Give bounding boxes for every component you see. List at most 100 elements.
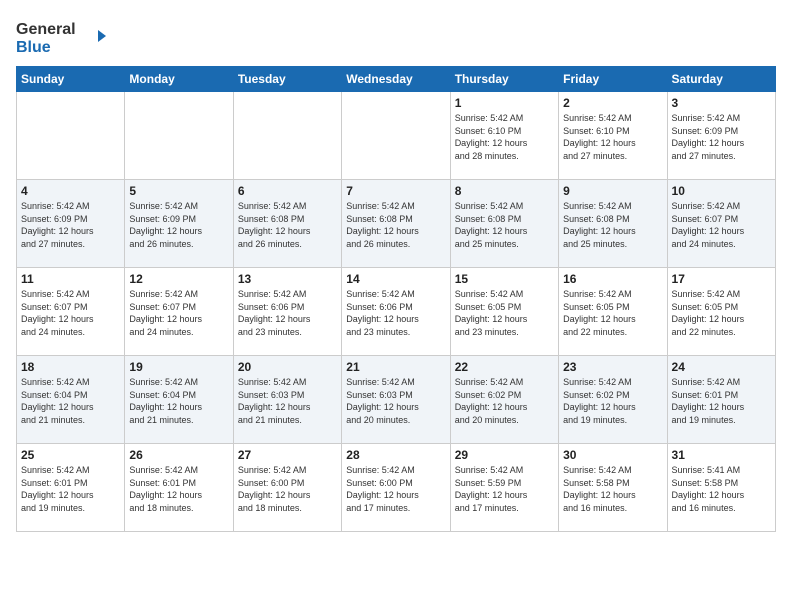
day-info: Sunrise: 5:42 AM Sunset: 6:06 PM Dayligh… [346, 288, 445, 338]
calendar-cell: 30 Sunrise: 5:42 AM Sunset: 5:58 PM Dayli… [559, 444, 667, 532]
calendar-cell: 26 Sunrise: 5:42 AM Sunset: 6:01 PM Dayli… [125, 444, 233, 532]
weekday-header-thursday: Thursday [450, 67, 558, 92]
day-number: 15 [455, 272, 554, 286]
weekday-row: SundayMondayTuesdayWednesdayThursdayFrid… [17, 67, 776, 92]
calendar-cell: 9 Sunrise: 5:42 AM Sunset: 6:08 PM Daylig… [559, 180, 667, 268]
calendar-cell: 31 Sunrise: 5:41 AM Sunset: 5:58 PM Dayli… [667, 444, 775, 532]
day-info: Sunrise: 5:42 AM Sunset: 6:09 PM Dayligh… [129, 200, 228, 250]
day-info: Sunrise: 5:42 AM Sunset: 6:01 PM Dayligh… [129, 464, 228, 514]
weekday-header-saturday: Saturday [667, 67, 775, 92]
calendar-week-3: 11 Sunrise: 5:42 AM Sunset: 6:07 PM Dayli… [17, 268, 776, 356]
day-info: Sunrise: 5:42 AM Sunset: 6:04 PM Dayligh… [21, 376, 120, 426]
calendar-cell [233, 92, 341, 180]
weekday-header-friday: Friday [559, 67, 667, 92]
day-number: 13 [238, 272, 337, 286]
day-number: 5 [129, 184, 228, 198]
calendar-cell: 14 Sunrise: 5:42 AM Sunset: 6:06 PM Dayli… [342, 268, 450, 356]
calendar-cell: 4Sunrise: 5:42 AM Sunset: 6:09 PM Daylig… [17, 180, 125, 268]
calendar-cell: 27Sunrise: 5:42 AM Sunset: 6:00 PM Dayli… [233, 444, 341, 532]
day-info: Sunrise: 5:42 AM Sunset: 6:09 PM Dayligh… [21, 200, 120, 250]
day-info: Sunrise: 5:42 AM Sunset: 5:59 PM Dayligh… [455, 464, 554, 514]
day-number: 9 [563, 184, 662, 198]
day-info: Sunrise: 5:42 AM Sunset: 6:00 PM Dayligh… [346, 464, 445, 514]
day-number: 10 [672, 184, 771, 198]
day-info: Sunrise: 5:42 AM Sunset: 5:58 PM Dayligh… [563, 464, 662, 514]
day-info: Sunrise: 5:42 AM Sunset: 6:10 PM Dayligh… [455, 112, 554, 162]
day-info: Sunrise: 5:42 AM Sunset: 6:08 PM Dayligh… [238, 200, 337, 250]
calendar-cell: 6 Sunrise: 5:42 AM Sunset: 6:08 PM Daylig… [233, 180, 341, 268]
calendar-cell: 15 Sunrise: 5:42 AM Sunset: 6:05 PM Dayli… [450, 268, 558, 356]
calendar-cell: 12 Sunrise: 5:42 AM Sunset: 6:07 PM Dayli… [125, 268, 233, 356]
day-number: 28 [346, 448, 445, 462]
calendar-cell: 1 Sunrise: 5:42 AM Sunset: 6:10 PM Daylig… [450, 92, 558, 180]
day-number: 30 [563, 448, 662, 462]
day-info: Sunrise: 5:42 AM Sunset: 6:05 PM Dayligh… [455, 288, 554, 338]
calendar-cell: 5 Sunrise: 5:42 AM Sunset: 6:09 PM Daylig… [125, 180, 233, 268]
calendar-body: 1 Sunrise: 5:42 AM Sunset: 6:10 PM Daylig… [17, 92, 776, 532]
calendar-cell: 10Sunrise: 5:42 AM Sunset: 6:07 PM Dayli… [667, 180, 775, 268]
calendar-cell [17, 92, 125, 180]
calendar-cell: 7 Sunrise: 5:42 AM Sunset: 6:08 PM Daylig… [342, 180, 450, 268]
calendar-cell: 19 Sunrise: 5:42 AM Sunset: 6:04 PM Dayli… [125, 356, 233, 444]
logo-svg: General Blue [16, 16, 106, 56]
day-number: 26 [129, 448, 228, 462]
day-number: 17 [672, 272, 771, 286]
day-number: 29 [455, 448, 554, 462]
day-info: Sunrise: 5:42 AM Sunset: 6:00 PM Dayligh… [238, 464, 337, 514]
day-info: Sunrise: 5:42 AM Sunset: 6:07 PM Dayligh… [129, 288, 228, 338]
calendar-cell: 20Sunrise: 5:42 AM Sunset: 6:03 PM Dayli… [233, 356, 341, 444]
day-info: Sunrise: 5:42 AM Sunset: 6:03 PM Dayligh… [346, 376, 445, 426]
day-info: Sunrise: 5:42 AM Sunset: 6:08 PM Dayligh… [455, 200, 554, 250]
calendar-cell: 18 Sunrise: 5:42 AM Sunset: 6:04 PM Dayli… [17, 356, 125, 444]
day-number: 7 [346, 184, 445, 198]
calendar-cell [125, 92, 233, 180]
day-number: 18 [21, 360, 120, 374]
calendar-cell: 25 Sunrise: 5:42 AM Sunset: 6:01 PM Dayli… [17, 444, 125, 532]
day-info: Sunrise: 5:42 AM Sunset: 6:01 PM Dayligh… [21, 464, 120, 514]
day-number: 11 [21, 272, 120, 286]
day-number: 19 [129, 360, 228, 374]
day-info: Sunrise: 5:42 AM Sunset: 6:08 PM Dayligh… [563, 200, 662, 250]
day-info: Sunrise: 5:42 AM Sunset: 6:04 PM Dayligh… [129, 376, 228, 426]
calendar-cell: 11 Sunrise: 5:42 AM Sunset: 6:07 PM Dayli… [17, 268, 125, 356]
calendar-cell: 29 Sunrise: 5:42 AM Sunset: 5:59 PM Dayli… [450, 444, 558, 532]
day-info: Sunrise: 5:42 AM Sunset: 6:07 PM Dayligh… [21, 288, 120, 338]
day-info: Sunrise: 5:42 AM Sunset: 6:08 PM Dayligh… [346, 200, 445, 250]
calendar-cell [342, 92, 450, 180]
logo: General Blue [16, 16, 106, 56]
calendar-cell: 28 Sunrise: 5:42 AM Sunset: 6:00 PM Dayli… [342, 444, 450, 532]
svg-text:Blue: Blue [16, 39, 51, 56]
day-number: 31 [672, 448, 771, 462]
svg-text:General: General [16, 21, 76, 38]
page-header: General Blue [16, 16, 776, 56]
day-number: 14 [346, 272, 445, 286]
calendar-week-5: 25 Sunrise: 5:42 AM Sunset: 6:01 PM Dayli… [17, 444, 776, 532]
day-number: 6 [238, 184, 337, 198]
calendar-week-2: 4Sunrise: 5:42 AM Sunset: 6:09 PM Daylig… [17, 180, 776, 268]
calendar-cell: 21Sunrise: 5:42 AM Sunset: 6:03 PM Dayli… [342, 356, 450, 444]
calendar-cell: 3Sunrise: 5:42 AM Sunset: 6:09 PM Daylig… [667, 92, 775, 180]
day-number: 25 [21, 448, 120, 462]
day-number: 1 [455, 96, 554, 110]
day-info: Sunrise: 5:42 AM Sunset: 6:10 PM Dayligh… [563, 112, 662, 162]
day-info: Sunrise: 5:41 AM Sunset: 5:58 PM Dayligh… [672, 464, 771, 514]
day-number: 16 [563, 272, 662, 286]
calendar-cell: 13Sunrise: 5:42 AM Sunset: 6:06 PM Dayli… [233, 268, 341, 356]
weekday-header-wednesday: Wednesday [342, 67, 450, 92]
calendar-week-4: 18 Sunrise: 5:42 AM Sunset: 6:04 PM Dayli… [17, 356, 776, 444]
calendar-table: SundayMondayTuesdayWednesdayThursdayFrid… [16, 66, 776, 532]
calendar-cell: 2 Sunrise: 5:42 AM Sunset: 6:10 PM Daylig… [559, 92, 667, 180]
weekday-header-sunday: Sunday [17, 67, 125, 92]
day-number: 3 [672, 96, 771, 110]
day-number: 2 [563, 96, 662, 110]
weekday-header-monday: Monday [125, 67, 233, 92]
day-number: 24 [672, 360, 771, 374]
day-number: 12 [129, 272, 228, 286]
calendar-cell: 24Sunrise: 5:42 AM Sunset: 6:01 PM Dayli… [667, 356, 775, 444]
day-number: 22 [455, 360, 554, 374]
day-info: Sunrise: 5:42 AM Sunset: 6:05 PM Dayligh… [672, 288, 771, 338]
day-info: Sunrise: 5:42 AM Sunset: 6:02 PM Dayligh… [455, 376, 554, 426]
calendar-week-1: 1 Sunrise: 5:42 AM Sunset: 6:10 PM Daylig… [17, 92, 776, 180]
calendar-cell: 16Sunrise: 5:42 AM Sunset: 6:05 PM Dayli… [559, 268, 667, 356]
calendar-cell: 8Sunrise: 5:42 AM Sunset: 6:08 PM Daylig… [450, 180, 558, 268]
